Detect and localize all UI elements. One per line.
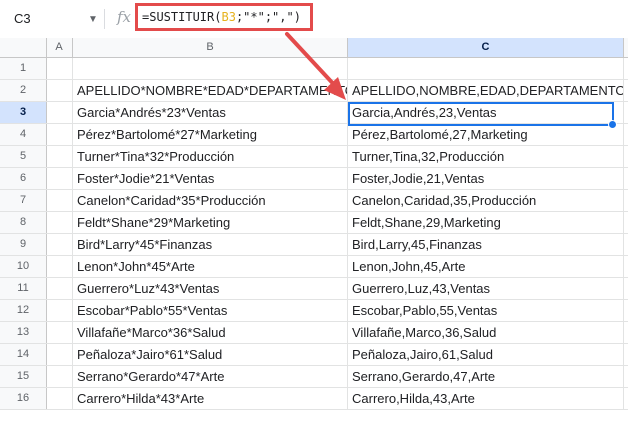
column-header-b[interactable]: B bbox=[73, 38, 348, 57]
cell-c[interactable]: Guerrero,Luz,43,Ventas bbox=[348, 278, 624, 299]
cell-b[interactable]: Turner*Tina*32*Producción bbox=[73, 146, 348, 167]
caret-down-icon[interactable]: ▼ bbox=[88, 14, 98, 25]
sheet-row: 7 Canelon*Caridad*35*Producción Canelon,Ca… bbox=[0, 190, 628, 212]
formula-prefix: =SUSTITUIR( bbox=[142, 10, 222, 24]
cell-b[interactable] bbox=[73, 58, 348, 79]
cell-a[interactable] bbox=[46, 256, 73, 277]
row-header[interactable]: 7 bbox=[0, 190, 47, 211]
cell-c[interactable]: Bird,Larry,45,Finanzas bbox=[348, 234, 624, 255]
formula-cell-reference: B3 bbox=[221, 10, 236, 24]
sheet-row: 12 Escobar*Pablo*55*Ventas Escobar,Pablo,5… bbox=[0, 300, 628, 322]
row-header[interactable]: 13 bbox=[0, 322, 47, 343]
cell-c[interactable]: APELLIDO,NOMBRE,EDAD,DEPARTAMENTO bbox=[348, 80, 624, 101]
cell-b[interactable]: Feldt*Shane*29*Marketing bbox=[73, 212, 348, 233]
cell-a[interactable] bbox=[46, 234, 73, 255]
cell-b[interactable]: Guerrero*Luz*43*Ventas bbox=[73, 278, 348, 299]
cell-b[interactable]: Lenon*John*45*Arte bbox=[73, 256, 348, 277]
formula-arguments: ;"*";",") bbox=[235, 10, 301, 24]
row-header[interactable]: 3 bbox=[0, 102, 47, 123]
cell-b[interactable]: Canelon*Caridad*35*Producción bbox=[73, 190, 348, 211]
row-header[interactable]: 1 bbox=[0, 58, 47, 79]
cell-b[interactable]: Villafañe*Marco*36*Salud bbox=[73, 322, 348, 343]
cell-c[interactable]: Carrero,Hilda,43,Arte bbox=[348, 388, 624, 409]
row-header[interactable]: 10 bbox=[0, 256, 47, 277]
cell-a[interactable] bbox=[46, 300, 73, 321]
sheet-row: 1 bbox=[0, 58, 628, 80]
cell-b[interactable]: Carrero*Hilda*43*Arte bbox=[73, 388, 348, 409]
cell-c[interactable]: Villafañe,Marco,36,Salud bbox=[348, 322, 624, 343]
row-header[interactable]: 8 bbox=[0, 212, 47, 233]
cell-a[interactable] bbox=[46, 388, 73, 409]
sheet-row: 3 Garcia*Andrés*23*Ventas Garcia,Andrés,23… bbox=[0, 102, 628, 124]
cell-c[interactable]: Foster,Jodie,21,Ventas bbox=[348, 168, 624, 189]
cell-c[interactable]: Serrano,Gerardo,47,Arte bbox=[348, 366, 624, 387]
cell-a[interactable] bbox=[46, 80, 73, 101]
cell-a[interactable] bbox=[46, 190, 73, 211]
fx-icon: fx bbox=[117, 8, 132, 26]
row-header[interactable]: 9 bbox=[0, 234, 47, 255]
row-header[interactable]: 16 bbox=[0, 388, 47, 409]
cell-c[interactable] bbox=[348, 58, 624, 79]
row-header[interactable]: 14 bbox=[0, 344, 47, 365]
sheet-row: 13 Villafañe*Marco*36*Salud Villafañe,Marc… bbox=[0, 322, 628, 344]
cell-b[interactable]: Pérez*Bartolomé*27*Marketing bbox=[73, 124, 348, 145]
cell-b[interactable]: Bird*Larry*45*Finanzas bbox=[73, 234, 348, 255]
select-all-corner[interactable] bbox=[0, 38, 47, 57]
cell-a[interactable] bbox=[46, 124, 73, 145]
sheet-grid: 1 2 APELLIDO*NOMBRE*EDAD*DEPARTAMENTO APELL… bbox=[0, 58, 628, 428]
cell-c[interactable]: Canelon,Caridad,35,Producción bbox=[348, 190, 624, 211]
sheet-row: 14 Peñaloza*Jairo*61*Salud Peñaloza,Jairo,… bbox=[0, 344, 628, 366]
cell-c[interactable]: Pérez,Bartolomé,27,Marketing bbox=[348, 124, 624, 145]
name-box[interactable]: C3 ▼ bbox=[8, 8, 100, 30]
cell-a[interactable] bbox=[46, 168, 73, 189]
cell-a[interactable] bbox=[46, 212, 73, 233]
fill-handle[interactable] bbox=[608, 120, 617, 129]
sheet-row: 16 Carrero*Hilda*43*Arte Carrero,Hilda,43,… bbox=[0, 388, 628, 410]
column-header-c[interactable]: C bbox=[348, 38, 624, 57]
cell-a[interactable] bbox=[46, 102, 73, 123]
sheet-row: 15 Serrano*Gerardo*47*Arte Serrano,Gerardo… bbox=[0, 366, 628, 388]
cell-b[interactable]: Foster*Jodie*21*Ventas bbox=[73, 168, 348, 189]
cell-c[interactable]: Turner,Tina,32,Producción bbox=[348, 146, 624, 167]
sheet-row: 10 Lenon*John*45*Arte Lenon,John,45,Arte bbox=[0, 256, 628, 278]
cell-a[interactable] bbox=[46, 344, 73, 365]
cell-c[interactable]: Feldt,Shane,29,Marketing bbox=[348, 212, 624, 233]
cell-a[interactable] bbox=[46, 366, 73, 387]
sheet-row: 4 Pérez*Bartolomé*27*Marketing Pérez,Barto… bbox=[0, 124, 628, 146]
column-header-a[interactable]: A bbox=[46, 38, 73, 57]
name-box-value: C3 bbox=[14, 11, 31, 26]
cell-b[interactable]: APELLIDO*NOMBRE*EDAD*DEPARTAMENTO bbox=[73, 80, 348, 101]
cell-b[interactable]: Peñaloza*Jairo*61*Salud bbox=[73, 344, 348, 365]
formula-text: =SUSTITUIR(B3;"*";",") bbox=[142, 10, 301, 24]
row-header[interactable]: 11 bbox=[0, 278, 47, 299]
cell-c[interactable]: Escobar,Pablo,55,Ventas bbox=[348, 300, 624, 321]
cell-a[interactable] bbox=[46, 322, 73, 343]
formula-input[interactable]: =SUSTITUIR(B3;"*";",") bbox=[135, 3, 313, 31]
cell-c[interactable]: Lenon,John,45,Arte bbox=[348, 256, 624, 277]
sheet-row: 6 Foster*Jodie*21*Ventas Foster,Jodie,21,V… bbox=[0, 168, 628, 190]
row-header[interactable]: 12 bbox=[0, 300, 47, 321]
row-header[interactable]: 4 bbox=[0, 124, 47, 145]
cell-a[interactable] bbox=[46, 146, 73, 167]
cell-a[interactable] bbox=[46, 278, 73, 299]
formula-bar-divider bbox=[104, 9, 105, 29]
sheet-row: 11 Guerrero*Luz*43*Ventas Guerrero,Luz,43,… bbox=[0, 278, 628, 300]
sheet-row: 9 Bird*Larry*45*Finanzas Bird,Larry,45,Fin… bbox=[0, 234, 628, 256]
cell-a[interactable] bbox=[46, 58, 73, 79]
cell-b[interactable]: Garcia*Andrés*23*Ventas bbox=[73, 102, 348, 123]
formula-bar: C3 ▼ fx =SUSTITUIR(B3;"*";",") bbox=[0, 0, 628, 39]
sheet-row: 8 Feldt*Shane*29*Marketing Feldt,Shane,29,… bbox=[0, 212, 628, 234]
row-header[interactable]: 6 bbox=[0, 168, 47, 189]
sheet-row: 2 APELLIDO*NOMBRE*EDAD*DEPARTAMENTO APELLI… bbox=[0, 80, 628, 102]
sheet-row: 5 Turner*Tina*32*Producción Turner,Tina,32… bbox=[0, 146, 628, 168]
row-header[interactable]: 15 bbox=[0, 366, 47, 387]
cell-b[interactable]: Serrano*Gerardo*47*Arte bbox=[73, 366, 348, 387]
cell-b[interactable]: Escobar*Pablo*55*Ventas bbox=[73, 300, 348, 321]
row-header[interactable]: 2 bbox=[0, 80, 47, 101]
column-header-row: A B C bbox=[0, 38, 628, 58]
row-header[interactable]: 5 bbox=[0, 146, 47, 167]
cell-c[interactable]: Garcia,Andrés,23,Ventas bbox=[348, 102, 624, 123]
cell-c[interactable]: Peñaloza,Jairo,61,Salud bbox=[348, 344, 624, 365]
